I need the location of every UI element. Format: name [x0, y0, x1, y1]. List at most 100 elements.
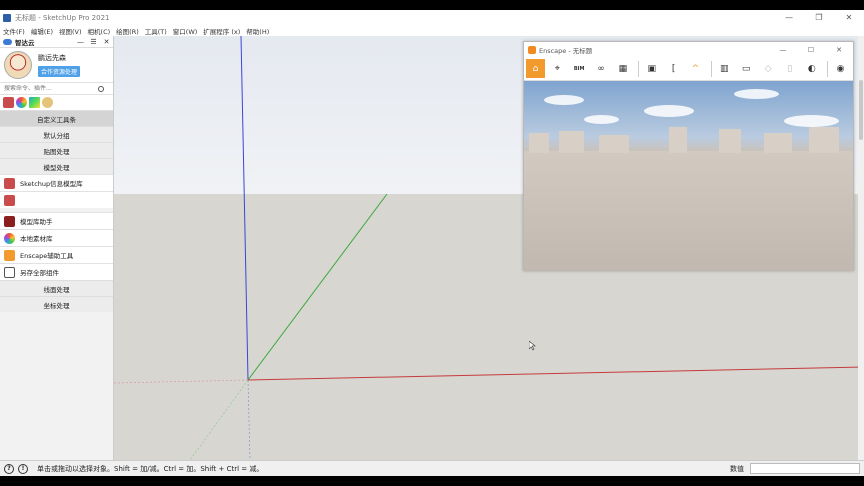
clapper-icon[interactable]: ▦ — [613, 59, 632, 78]
search-input[interactable] — [4, 85, 94, 92]
book-icon[interactable]: ▯ — [780, 59, 799, 78]
section-custom-toolbar[interactable]: 自定义工具条 — [0, 110, 113, 126]
tool-save-components-label: 另存全部组件 — [20, 269, 59, 277]
bim-label: BIM — [573, 65, 585, 72]
statusbar: ? ! 单击或拖动以选择对象。Shift = 加/减。Ctrl = 加。Shif… — [0, 460, 864, 476]
enscape-titlebar: Enscape - 无标题 — ☐ ✕ — [524, 42, 853, 57]
plugin-hex-icon[interactable] — [3, 97, 14, 108]
bracket-icon[interactable]: [ — [664, 59, 683, 78]
menu-draw[interactable]: 绘图(R) — [116, 26, 139, 36]
panel-menu-button[interactable]: ☰ — [87, 38, 100, 46]
map-icon[interactable]: ▥ — [715, 59, 734, 78]
enscape-render-view[interactable] — [524, 81, 853, 271]
enscape-logo-icon — [528, 45, 536, 54]
measurement-label: 数值 — [730, 464, 744, 473]
panel-controls: — ☰ ✕ — [74, 38, 113, 46]
menu-view[interactable]: 视图(V) — [59, 26, 82, 36]
cube-icon[interactable]: ◇ — [759, 59, 778, 78]
section-coords[interactable]: 坐标处理 — [0, 296, 113, 312]
extension-panel: 智达云 — ☰ ✕ 鹏远先森 合作资源处理 自定义工具条 默认分组 贴图处理 模… — [0, 36, 114, 460]
red-axis — [247, 366, 864, 381]
color-wheel-icon — [4, 232, 15, 244]
measurement-input[interactable] — [750, 463, 860, 474]
model-helper-icon — [4, 215, 15, 227]
menu-camera[interactable]: 相机(C) — [88, 26, 111, 36]
render-building — [809, 127, 839, 153]
scrollbar-thumb[interactable] — [859, 80, 863, 140]
render-ground — [524, 151, 853, 271]
tool-local-material[interactable]: 本地素材库 — [0, 229, 113, 246]
panel-close-button[interactable]: ✕ — [100, 38, 113, 46]
cloud-logo-icon — [3, 38, 12, 45]
eye-icon[interactable]: ◉ — [831, 59, 850, 78]
hex-icon — [4, 194, 15, 206]
green-axis-dashed — [189, 379, 249, 460]
plugin-gear-icon[interactable] — [42, 97, 53, 108]
user-badge[interactable]: 合作资源处理 — [38, 66, 81, 77]
menu-help[interactable]: 帮助(H) — [246, 26, 269, 36]
panorama-icon[interactable]: ▭ — [737, 59, 756, 78]
status-warning-icon[interactable]: ! — [18, 463, 28, 474]
status-info-icon[interactable]: ? — [4, 463, 14, 474]
section-lines[interactable]: 线面处理 — [0, 280, 113, 296]
menu-tools[interactable]: 工具(T) — [145, 26, 167, 36]
chevron-up-icon[interactable]: ^ — [686, 59, 705, 78]
render-cloud — [584, 115, 619, 124]
plugin-gradient-icon[interactable] — [29, 97, 40, 108]
minimize-button[interactable]: — — [774, 10, 804, 25]
tool-save-components[interactable]: 另存全部组件 — [0, 263, 113, 280]
maximize-button[interactable]: ❐ — [804, 10, 834, 25]
tool-enscape-helper[interactable]: Enscape辅助工具 — [0, 246, 113, 263]
toolbar-separator — [710, 60, 712, 77]
window-title: 无标题 - SketchUp Pro 2021 — [15, 13, 110, 22]
red-axis-dashed — [114, 379, 249, 384]
toolbar-separator — [827, 60, 829, 77]
menu-window[interactable]: 窗口(W) — [173, 26, 198, 36]
toolbar-separator — [638, 60, 640, 77]
tool-hex-placeholder[interactable] — [0, 191, 113, 208]
enscape-maximize-button[interactable]: ☐ — [797, 46, 825, 54]
close-button[interactable]: ✕ — [834, 10, 864, 25]
panel-header: 智达云 — ☰ ✕ — [0, 36, 113, 48]
tool-library-label: Sketchup信息模型库 — [20, 180, 83, 188]
menu-edit[interactable]: 编辑(E) — [31, 26, 53, 36]
home-icon[interactable]: ⌂ — [526, 59, 545, 78]
avatar[interactable] — [4, 51, 32, 79]
window-titlebar: 无标题 - SketchUp Pro 2021 — ❐ ✕ — [0, 10, 864, 25]
menu-file[interactable]: 文件(F) — [3, 26, 25, 36]
save-components-icon — [4, 266, 15, 278]
bim-icon[interactable]: BIM — [570, 59, 589, 78]
location-icon[interactable]: ⌖ — [548, 59, 567, 78]
command-search — [0, 82, 113, 95]
search-icon[interactable] — [98, 85, 104, 92]
enscape-window: Enscape - 无标题 — ☐ ✕ ⌂ ⌖ BIM ∞ ▦ ▣ [ ^ ▥ … — [523, 41, 854, 271]
image-export-icon[interactable]: ▣ — [642, 59, 661, 78]
status-message: 单击或拖动以选择对象。Shift = 加/减。Ctrl = 加。Shift + … — [37, 464, 264, 473]
enscape-close-button[interactable]: ✕ — [825, 46, 853, 54]
render-building — [599, 135, 629, 153]
render-building — [719, 129, 741, 153]
enscape-controls: — ☐ ✕ — [769, 46, 853, 54]
enscape-minimize-button[interactable]: — — [769, 46, 797, 54]
tool-model-helper[interactable]: 模型库助手 — [0, 212, 113, 229]
green-axis — [247, 193, 388, 381]
menubar: 文件(F) 编辑(E) 视图(V) 相机(C) 绘图(R) 工具(T) 窗口(W… — [0, 25, 864, 36]
plugin-color-wheel-icon[interactable] — [16, 97, 27, 108]
section-default-group[interactable]: 默认分组 — [0, 126, 113, 142]
menu-extensions[interactable]: 扩展程序 (x) — [203, 26, 240, 36]
panel-minimize-button[interactable]: — — [74, 38, 87, 46]
binoculars-icon[interactable]: ∞ — [592, 59, 611, 78]
screen-top-border — [0, 0, 864, 10]
section-texture[interactable]: 贴图处理 — [0, 142, 113, 158]
blue-axis — [240, 36, 249, 381]
panel-title: 智达云 — [15, 38, 35, 47]
render-building — [529, 133, 549, 153]
render-building — [559, 131, 584, 153]
viewport-scrollbar[interactable] — [858, 36, 864, 460]
speaker-icon[interactable]: ◐ — [802, 59, 821, 78]
section-model[interactable]: 模型处理 — [0, 158, 113, 174]
render-cloud — [734, 89, 779, 99]
tool-library[interactable]: Sketchup信息模型库 — [0, 174, 113, 191]
quick-icons-row — [0, 95, 113, 110]
render-building — [764, 133, 792, 153]
